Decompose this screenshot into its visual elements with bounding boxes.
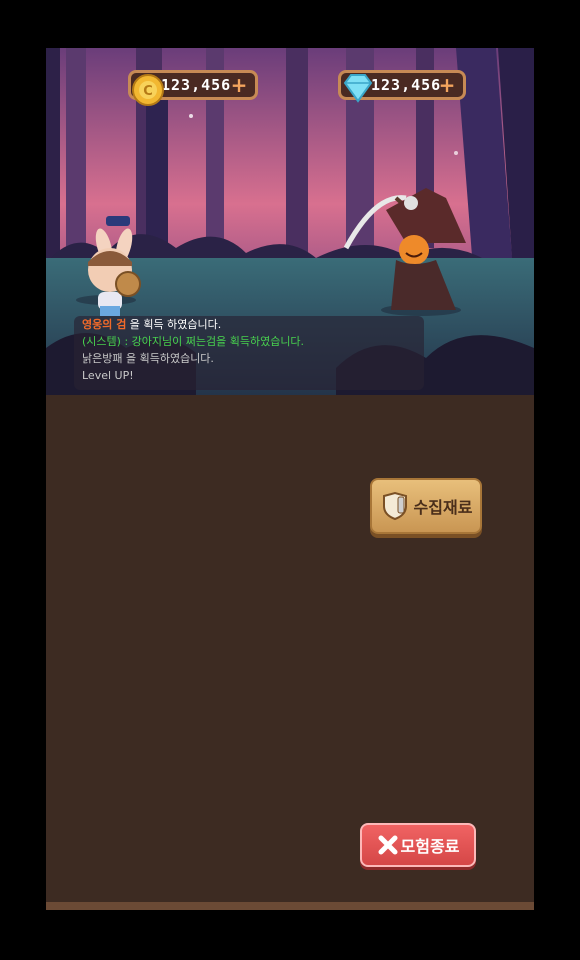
gold-counter: C 123,456 + <box>128 70 258 106</box>
battle-scene: C 123,456 + 123,456 + 영웅의 검 을 획득 하였습니다. … <box>46 48 534 395</box>
log-text: 을 획득 하였습니다. <box>126 318 222 331</box>
diamond-icon <box>343 74 373 103</box>
log-system-line: (시스템) : 강아지님이 쩌는검을 획득하였습니다. <box>82 335 305 348</box>
log-line: 낡은방패 을 획득하였습니다. <box>82 352 214 365</box>
log-item-name: 영웅의 검 <box>82 318 127 331</box>
end-adventure-button[interactable]: 모험종료 <box>360 823 476 867</box>
gold-value: 123,456 <box>161 76 232 94</box>
bottom-bar <box>46 902 534 910</box>
gold-coin-icon: C <box>132 74 164 106</box>
gem-counter: 123,456 + <box>338 70 466 103</box>
add-gold-button[interactable]: + <box>229 75 249 95</box>
shield-icon <box>382 491 407 521</box>
battle-log: 영웅의 검 을 획득 하였습니다. (시스템) : 강아지님이 쩌는검을 획득하… <box>74 316 424 390</box>
game-frame: C 123,456 + 123,456 + 영웅의 검 을 획득 하였습니다. … <box>46 48 534 910</box>
log-line: 영웅의 검 을 획득 하였습니다. <box>82 316 416 333</box>
gem-value: 123,456 <box>371 76 442 94</box>
close-icon <box>378 835 398 855</box>
svg-text:C: C <box>143 84 153 99</box>
log-levelup-line: Level UP! <box>82 369 134 382</box>
end-adventure-label: 모험종료 <box>400 837 460 856</box>
collect-materials-label: 수집재료 <box>413 498 473 517</box>
add-gem-button[interactable]: + <box>437 75 457 95</box>
collect-materials-button[interactable]: 수집재료 <box>370 478 482 534</box>
